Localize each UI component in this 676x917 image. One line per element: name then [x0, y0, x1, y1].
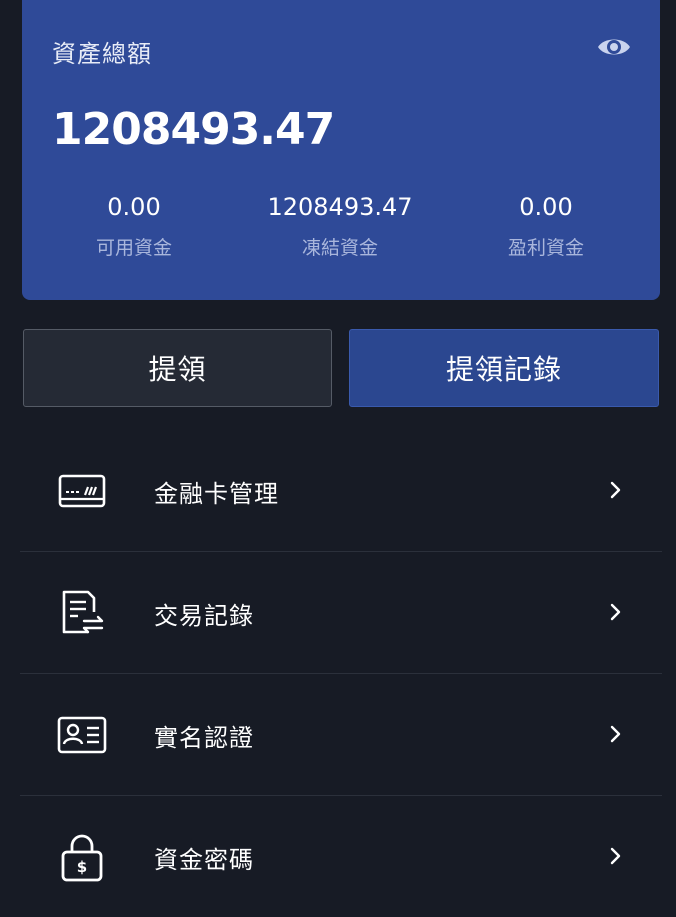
chevron-right-icon — [610, 847, 621, 865]
withdraw-button[interactable]: 提領 — [23, 329, 332, 407]
stat-value: 0.00 — [107, 193, 161, 221]
stat-available-funds: 0.00 可用資金 — [24, 193, 244, 260]
stat-label: 可用資金 — [95, 237, 172, 259]
chevron-right-icon — [610, 725, 621, 743]
asset-summary-card: 資產總額 1208493.47 0.00 可用資金 1208493.47 凍結資… — [22, 0, 660, 300]
asset-total-amount: 1208493.47 — [52, 104, 335, 155]
stat-frozen-funds: 1208493.47 凍結資金 — [230, 193, 450, 260]
bank-card-icon — [58, 474, 106, 508]
menu-item-label: 實名認證 — [154, 724, 254, 752]
id-card-icon — [57, 716, 107, 754]
stat-profit-funds: 0.00 盈利資金 — [436, 193, 656, 260]
menu-item-bank-card[interactable]: 金融卡管理 — [20, 430, 662, 552]
menu-item-transaction-records[interactable]: 交易記錄 — [20, 552, 662, 674]
menu-item-identity-verification[interactable]: 實名認證 — [20, 674, 662, 796]
menu-item-fund-password[interactable]: $ 資金密碼 — [20, 796, 662, 917]
withdraw-records-button[interactable]: 提領記錄 — [349, 329, 659, 407]
menu-item-label: 金融卡管理 — [154, 480, 279, 508]
stat-value: 0.00 — [519, 193, 573, 221]
lock-icon: $ — [61, 834, 103, 882]
transaction-record-icon — [62, 590, 104, 634]
asset-title: 資產總額 — [52, 40, 152, 68]
chevron-right-icon — [610, 481, 621, 499]
menu-item-label: 資金密碼 — [154, 846, 254, 874]
menu-item-label: 交易記錄 — [154, 602, 254, 630]
svg-text:$: $ — [77, 858, 87, 876]
account-menu: 金融卡管理 交易記錄 實名認證 $ 資金密碼 — [20, 430, 662, 917]
stat-value: 1208493.47 — [267, 193, 413, 221]
stat-label: 盈利資金 — [507, 237, 584, 259]
stat-label: 凍結資金 — [301, 237, 378, 259]
eye-icon[interactable] — [597, 34, 631, 60]
chevron-right-icon — [610, 603, 621, 621]
